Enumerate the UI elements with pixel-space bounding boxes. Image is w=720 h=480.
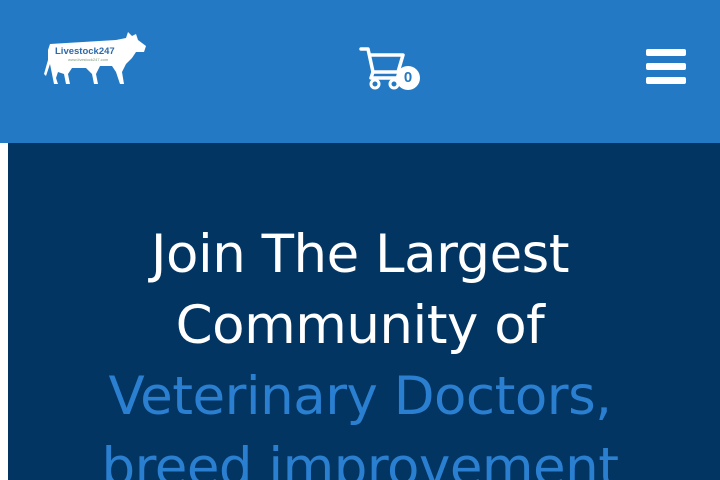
site-logo[interactable]: Livestock247 www.livestock247.com bbox=[42, 28, 148, 88]
hamburger-menu-icon[interactable] bbox=[644, 47, 690, 87]
top-header: Livestock247 www.livestock247.com 0 bbox=[0, 0, 720, 143]
hero-line-2: Community of bbox=[175, 295, 545, 356]
cart-button[interactable]: 0 bbox=[358, 44, 424, 94]
menu-bar-middle bbox=[646, 63, 686, 70]
hero-line-1: Join The Largest bbox=[150, 224, 570, 285]
hero-line-3: Veterinary Doctors, bbox=[108, 366, 612, 427]
logo-text: Livestock247 bbox=[55, 46, 115, 57]
hero-heading: Join The Largest Community of Veterinary… bbox=[8, 219, 720, 480]
menu-bar-top bbox=[646, 49, 686, 56]
logo-subtext: www.livestock247.com bbox=[68, 57, 109, 62]
hero-banner: Join The Largest Community of Veterinary… bbox=[8, 143, 720, 480]
menu-bar-bottom bbox=[646, 77, 686, 84]
cow-logo-icon: Livestock247 www.livestock247.com bbox=[44, 32, 146, 84]
cart-count-badge: 0 bbox=[396, 66, 420, 90]
hero-line-4: breed improvement bbox=[101, 437, 619, 480]
